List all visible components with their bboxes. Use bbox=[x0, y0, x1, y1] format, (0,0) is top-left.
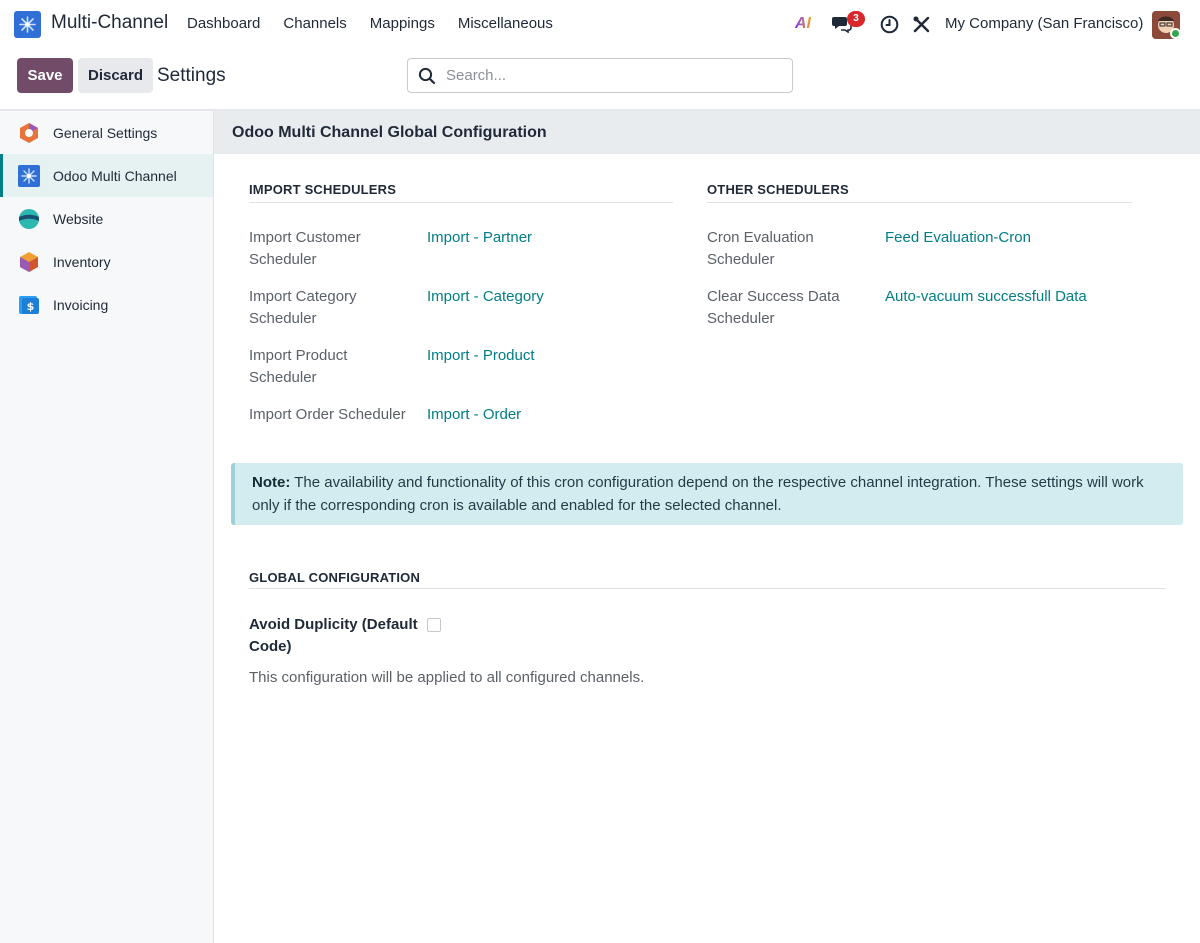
search-icon bbox=[418, 67, 436, 84]
messages-badge: 3 bbox=[847, 11, 865, 27]
other-schedulers-title: OTHER SCHEDULERS bbox=[707, 182, 849, 197]
note-text: Note: The availability and functionality… bbox=[252, 474, 1144, 514]
menu-mappings[interactable]: Mappings bbox=[370, 15, 435, 32]
top-navbar: Multi-Channel Dashboard Channels Mapping… bbox=[0, 0, 1200, 48]
import-product-label: Import Product Scheduler bbox=[249, 347, 348, 386]
invoicing-icon: $ bbox=[19, 296, 39, 314]
debug-tools-icon[interactable] bbox=[912, 0, 931, 48]
import-customer-label: Import Customer Scheduler bbox=[249, 229, 361, 268]
import-schedulers-title: IMPORT SCHEDULERS bbox=[249, 182, 397, 197]
sidebar-item-odoo-multi-channel[interactable]: Odoo Multi Channel bbox=[0, 154, 213, 197]
search-box[interactable] bbox=[407, 58, 793, 93]
multi-channel-app-icon[interactable] bbox=[14, 11, 41, 38]
import-product-link[interactable]: Import - Product bbox=[427, 345, 535, 367]
global-configuration-title: GLOBAL CONFIGURATION bbox=[249, 570, 421, 585]
group-divider bbox=[707, 202, 1132, 203]
sidebar-item-inventory[interactable]: Inventory bbox=[0, 240, 213, 283]
avoid-duplicity-label: Avoid Duplicity (Default Code) bbox=[249, 616, 418, 655]
activity-clock-icon[interactable] bbox=[880, 0, 899, 48]
online-status-dot bbox=[1170, 28, 1181, 39]
import-category-link[interactable]: Import - Category bbox=[427, 286, 544, 308]
group-divider bbox=[249, 202, 673, 203]
save-button[interactable]: Save bbox=[17, 58, 73, 93]
feed-evaluation-cron-link[interactable]: Feed Evaluation-Cron bbox=[885, 227, 1031, 249]
search-input[interactable] bbox=[446, 67, 766, 84]
sidebar-item-website[interactable]: Website bbox=[0, 197, 213, 240]
asterisk-icon bbox=[19, 16, 36, 33]
sidebar-item-general-settings[interactable]: General Settings bbox=[0, 111, 213, 154]
odoo-icon bbox=[20, 123, 38, 143]
breadcrumb: Settings bbox=[157, 65, 226, 86]
app-name[interactable]: Multi-Channel bbox=[51, 12, 168, 34]
import-category-label: Import Category Scheduler bbox=[249, 288, 357, 327]
ai-icon[interactable]: AI bbox=[795, 0, 811, 48]
group-divider bbox=[249, 588, 1166, 589]
settings-sidebar: General Settings Odoo Multi Channel Webs… bbox=[0, 111, 214, 943]
discard-button[interactable]: Discard bbox=[78, 58, 153, 93]
menu-dashboard[interactable]: Dashboard bbox=[187, 15, 260, 32]
website-icon bbox=[19, 209, 39, 229]
company-switcher[interactable]: My Company (San Francisco) bbox=[945, 15, 1143, 32]
sidebar-item-invoicing[interactable]: $ Invoicing bbox=[0, 283, 213, 326]
multi-channel-icon bbox=[18, 165, 40, 187]
inventory-icon bbox=[20, 252, 38, 272]
import-order-label: Import Order Scheduler bbox=[249, 406, 406, 423]
avoid-duplicity-checkbox[interactable] bbox=[427, 618, 441, 632]
section-title: Odoo Multi Channel Global Configuration bbox=[232, 124, 547, 141]
auto-vacuum-link[interactable]: Auto-vacuum successfull Data bbox=[885, 286, 1087, 308]
svg-text:$: $ bbox=[27, 300, 35, 313]
cron-evaluation-label: Cron Evaluation Scheduler bbox=[707, 229, 814, 268]
import-partner-link[interactable]: Import - Partner bbox=[427, 227, 532, 249]
main-menu: Dashboard Channels Mappings Miscellaneou… bbox=[187, 15, 576, 32]
menu-miscellaneous[interactable]: Miscellaneous bbox=[458, 15, 553, 32]
import-order-link[interactable]: Import - Order bbox=[427, 404, 521, 426]
menu-channels[interactable]: Channels bbox=[283, 15, 346, 32]
clear-success-data-label: Clear Success Data Scheduler bbox=[707, 288, 840, 327]
global-config-help: This configuration will be applied to al… bbox=[249, 669, 645, 686]
